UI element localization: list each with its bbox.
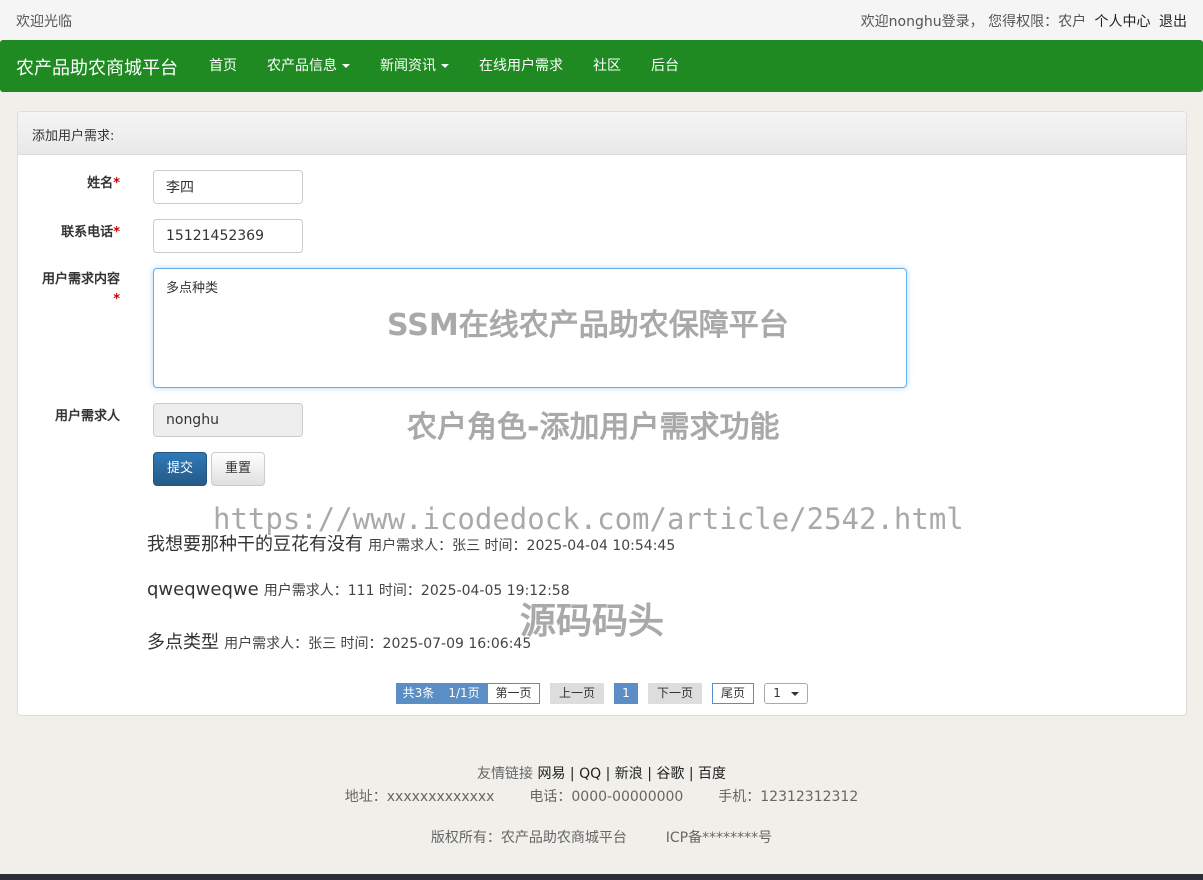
demand-content: 我想要那种干的豆花有没有 — [147, 534, 363, 555]
personal-center-link[interactable]: 个人中心 — [1095, 14, 1151, 30]
footer-links: 友情链接 网易 | QQ | 新浪 | 谷歌 | 百度 — [0, 763, 1203, 783]
pager-first-button[interactable]: 第一页 — [487, 683, 540, 704]
footer-link-google[interactable]: 谷歌 | — [656, 766, 693, 782]
footer-address: 地址：xxxxxxxxxxxxx — [344, 789, 495, 805]
nav-item-label: 农产品信息 — [267, 58, 337, 74]
footer-copyright: 版权所有：农产品助农商城平台 ICP备********号 — [0, 827, 1203, 847]
nav-item-user-demand[interactable]: 在线用户需求 — [464, 40, 578, 92]
login-info-text: 欢迎nonghu登录， 您得权限：农户 — [860, 14, 1087, 30]
name-field[interactable] — [153, 170, 303, 204]
phone-label-text: 联系电话 — [61, 225, 114, 240]
footer-phone: 电话：0000-00000000 — [529, 789, 684, 805]
logout-link[interactable]: 退出 — [1159, 14, 1187, 30]
pager-pages: 1/1页 — [441, 683, 487, 704]
list-item: 我想要那种干的豆花有没有 用户需求人：张三 时间：2025-04-04 10:5… — [147, 530, 675, 556]
required-mark: * — [113, 176, 120, 191]
top-bar: 欢迎光临 欢迎nonghu登录， 您得权限：农户 个人中心 退出 — [0, 0, 1203, 40]
nav-item-label: 后台 — [651, 58, 679, 74]
submit-button[interactable]: 提交 — [153, 452, 207, 486]
required-mark: * — [113, 292, 120, 307]
footer-contact: 地址：xxxxxxxxxxxxx 电话：0000-00000000 手机：123… — [0, 786, 1203, 806]
demand-content: qweqweqwe — [147, 579, 259, 600]
chevron-down-icon — [790, 691, 799, 696]
demand-content: 多点类型 — [147, 632, 219, 653]
bottom-bar — [0, 874, 1203, 880]
content-label: 用户需求内容 * — [20, 270, 120, 310]
demand-meta: 用户需求人：张三 时间：2025-04-04 10:54:45 — [368, 538, 676, 554]
caret-down-icon — [441, 64, 449, 68]
nav-item-home[interactable]: 首页 — [194, 40, 252, 92]
caret-down-icon — [342, 64, 350, 68]
nav-menu: 首页 农产品信息 新闻资讯 在线用户需求 社区 后台 — [194, 40, 694, 92]
footer-link-baidu[interactable]: 百度 — [698, 766, 726, 782]
phone-label: 联系电话* — [20, 221, 120, 240]
list-item: qweqweqwe 用户需求人：111 时间：2025-04-05 19:12:… — [147, 579, 570, 600]
nav-item-news[interactable]: 新闻资讯 — [365, 40, 464, 92]
pager-page-select[interactable]: 1 — [764, 683, 808, 704]
footer-link-sina[interactable]: 新浪 | — [615, 766, 652, 782]
list-item: 多点类型 用户需求人：张三 时间：2025-07-09 16:06:45 — [147, 628, 531, 654]
required-mark: * — [113, 225, 120, 240]
nav-item-admin[interactable]: 后台 — [636, 40, 694, 92]
pager-last-button[interactable]: 尾页 — [712, 683, 754, 704]
nav-item-community[interactable]: 社区 — [578, 40, 636, 92]
requester-label: 用户需求人 — [54, 409, 120, 424]
nav-item-label: 社区 — [593, 58, 621, 74]
nav-item-products[interactable]: 农产品信息 — [252, 40, 365, 92]
footer-icp: ICP备********号 — [665, 830, 773, 846]
brand-title[interactable]: 农产品助农商城平台 — [16, 54, 178, 80]
pager-select-value: 1 — [773, 686, 781, 700]
footer-links-label: 友情链接 — [477, 766, 533, 782]
footer-mobile: 手机：12312312312 — [718, 789, 859, 805]
pager-total: 共3条 — [396, 683, 441, 704]
demand-meta: 用户需求人：张三 时间：2025-07-09 16:06:45 — [224, 636, 532, 652]
panel-heading: 添加用户需求: — [18, 112, 1186, 155]
name-label: 姓名* — [20, 172, 120, 191]
nav-item-label: 新闻资讯 — [380, 58, 436, 74]
welcome-text: 欢迎光临 — [16, 14, 72, 30]
content-label-text: 用户需求内容 — [41, 272, 120, 287]
pager-next-button[interactable]: 下一页 — [648, 683, 702, 704]
pager-prev-button[interactable]: 上一页 — [550, 683, 604, 704]
footer-link-netease[interactable]: 网易 | — [537, 766, 574, 782]
demand-meta: 用户需求人：111 时间：2025-04-05 19:12:58 — [263, 583, 570, 599]
footer-copyright-text: 版权所有：农产品助农商城平台 — [430, 830, 627, 846]
main-navbar: 农产品助农商城平台 首页 农产品信息 新闻资讯 在线用户需求 社区 后台 — [0, 40, 1203, 92]
footer-link-qq[interactable]: QQ | — [579, 766, 610, 782]
demand-content-field[interactable]: 多点种类 — [153, 268, 907, 388]
requester-field[interactable] — [153, 403, 303, 437]
phone-field[interactable] — [153, 219, 303, 253]
pager-current-page[interactable]: 1 — [614, 683, 638, 704]
nav-item-label: 在线用户需求 — [479, 58, 563, 74]
user-info: 欢迎nonghu登录， 您得权限：农户 个人中心 退出 — [861, 11, 1187, 31]
name-label-text: 姓名 — [87, 176, 114, 191]
nav-item-label: 首页 — [209, 58, 237, 74]
reset-button[interactable]: 重置 — [211, 452, 265, 486]
